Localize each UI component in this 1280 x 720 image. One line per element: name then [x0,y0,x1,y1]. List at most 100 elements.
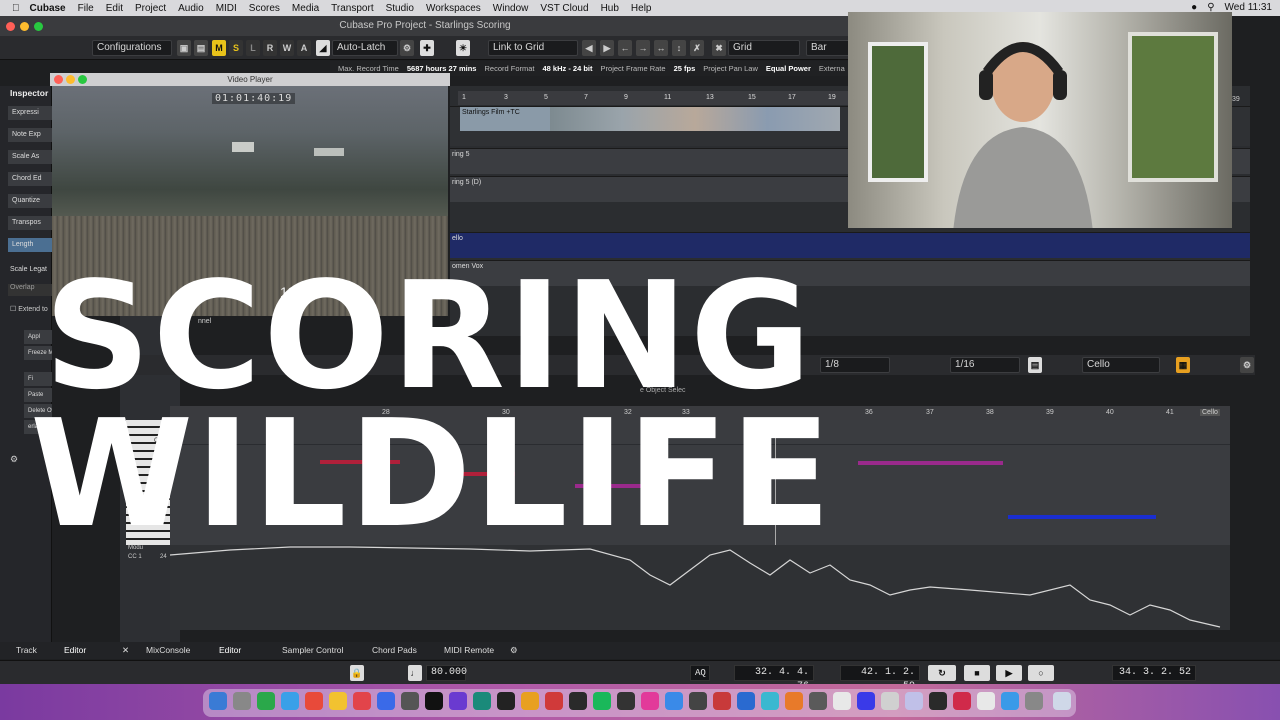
app-icon[interactable] [617,692,635,710]
play-button[interactable]: ▶ [996,665,1022,681]
piano-icon[interactable]: ▤ [1028,357,1042,373]
freeze-midi-lengths-button[interactable]: Freeze MIDI Leng [24,346,52,360]
menu-workspaces[interactable]: Workspaces [426,3,481,14]
tab-editor-left[interactable]: Editor [64,645,86,655]
app-icon[interactable] [761,692,779,710]
messages-icon[interactable] [257,692,275,710]
menu-edit[interactable]: Edit [106,3,123,14]
paste-button[interactable]: Paste [24,388,52,402]
menu-media[interactable]: Media [292,3,319,14]
menu-file[interactable]: File [78,3,94,14]
settings-icon[interactable]: ⚙ [400,40,414,56]
tab-track[interactable]: Track [16,645,37,655]
audio-track[interactable]: ello [450,232,1250,258]
menu-vst-cloud[interactable]: VST Cloud [540,3,588,14]
inspector-section-expression[interactable]: Expressi [8,106,52,120]
inspector-section-scale-assistant[interactable]: Scale As [8,150,52,164]
stop-button[interactable]: ■ [964,665,990,681]
cubase-icon[interactable] [425,692,443,710]
midi-note[interactable] [320,460,400,464]
window-layout-icon[interactable]: ▤ [194,40,208,56]
video-minimize-button[interactable] [66,75,75,84]
spotify-icon[interactable] [593,692,611,710]
trash-icon[interactable] [1053,692,1071,710]
modulation-curve[interactable] [169,545,1230,630]
fixed-lengths-button[interactable]: Fi [24,372,52,386]
record-format-value[interactable]: 48 kHz - 24 bit [543,64,593,73]
extend-checkbox[interactable]: ☐ Extend to [10,305,48,313]
length-quantize-dropdown[interactable]: 1/16 [950,357,1020,373]
arrow-tool-icon[interactable]: ✚ [420,40,434,56]
overlap-field[interactable]: Overlap [8,284,52,296]
midi-note[interactable] [510,514,530,518]
configurations-dropdown[interactable]: Configurations [92,40,172,56]
read-button[interactable]: R [263,40,277,56]
move-right-icon[interactable]: → [636,40,650,56]
editor-ruler[interactable]: 28 30 32 33 36 37 38 39 40 41 Cello [170,406,1230,420]
quantize-dropdown[interactable]: 1/8 [820,357,890,373]
write-button[interactable]: W [280,40,294,56]
tab-editor[interactable]: Editor [219,645,241,655]
app-icon[interactable] [1025,692,1043,710]
automation-a-button[interactable]: A [297,40,311,56]
chord-icon[interactable]: ▦ [1176,357,1190,373]
position-display[interactable]: 34. 3. 2. 52 [1112,665,1196,681]
midi-note[interactable] [858,461,1003,465]
arrange-ruler[interactable]: 1 3 5 7 9 11 13 15 17 19 [458,91,848,105]
app-icon[interactable] [521,692,539,710]
close-window-button[interactable] [6,22,15,31]
pan-law-value[interactable]: Equal Power [766,64,811,73]
app-icon[interactable] [881,692,899,710]
app-icon[interactable] [953,692,971,710]
menu-hub[interactable]: Hub [601,3,619,14]
app-icon[interactable] [833,692,851,710]
tab-midi-remote[interactable]: MIDI Remote [444,645,494,655]
tempo-value[interactable]: 80.000 [426,665,467,681]
tab-sampler-control[interactable]: Sampler Control [282,645,343,655]
midi-note[interactable] [435,472,515,476]
lock-icon[interactable]: 🔒 [350,665,364,681]
app-store-icon[interactable] [377,692,395,710]
app-icon[interactable] [641,692,659,710]
zoom-window-button[interactable] [34,22,43,31]
video-close-button[interactable] [54,75,63,84]
frame-rate-value[interactable]: 25 fps [674,64,696,73]
app-icon[interactable] [545,692,563,710]
close-icon[interactable]: ✕ [122,645,129,656]
listen-button[interactable]: L [246,40,260,56]
apply-button[interactable]: Appl [24,330,52,344]
app-icon[interactable] [449,692,467,710]
launchpad-icon[interactable] [233,692,251,710]
minimize-window-button[interactable] [20,22,29,31]
safari-icon[interactable] [281,692,299,710]
nudge-left-icon[interactable]: ◀ [582,40,596,56]
menu-window[interactable]: Window [493,3,529,14]
app-icon[interactable] [473,692,491,710]
gear-icon[interactable]: ⚙ [510,645,518,656]
music-icon[interactable] [353,692,371,710]
delete-overlaps-mono-button[interactable]: Delete Overlaps (mono [24,404,52,418]
resize-icon[interactable]: ↕ [672,40,686,56]
tab-chord-pads[interactable]: Chord Pads [372,645,417,655]
snap-mode-dropdown[interactable]: Link to Grid [488,40,578,56]
grid-snap-icon[interactable]: ✖ [712,40,726,56]
notes-icon[interactable] [329,692,347,710]
app-icon[interactable] [569,692,587,710]
midi-note[interactable] [1008,515,1156,519]
delete-overlaps-poly-button[interactable]: erlaps (p [24,420,52,434]
piano-keyboard[interactable] [126,420,170,545]
tempo-track-icon[interactable]: ♩ [408,665,422,681]
app-icon[interactable] [857,692,875,710]
inspector-section-quantize[interactable]: Quantize [8,194,52,208]
app-icon[interactable] [497,692,515,710]
left-locator[interactable]: 32. 4. 4. 76 [734,665,814,692]
editor-track-dropdown[interactable]: Cello [1082,357,1160,373]
apple-icon[interactable]:  [12,3,20,14]
inspector-settings-icon[interactable]: ⚙ [10,454,18,465]
right-locator[interactable]: 42. 1. 2. 59 [840,665,920,692]
app-icon[interactable] [977,692,995,710]
inspector-section-transpose[interactable]: Transpos [8,216,52,230]
solo-button[interactable]: S [229,40,243,56]
inspector-section-note-expression[interactable]: Note Exp [8,128,52,142]
app-icon[interactable] [713,692,731,710]
